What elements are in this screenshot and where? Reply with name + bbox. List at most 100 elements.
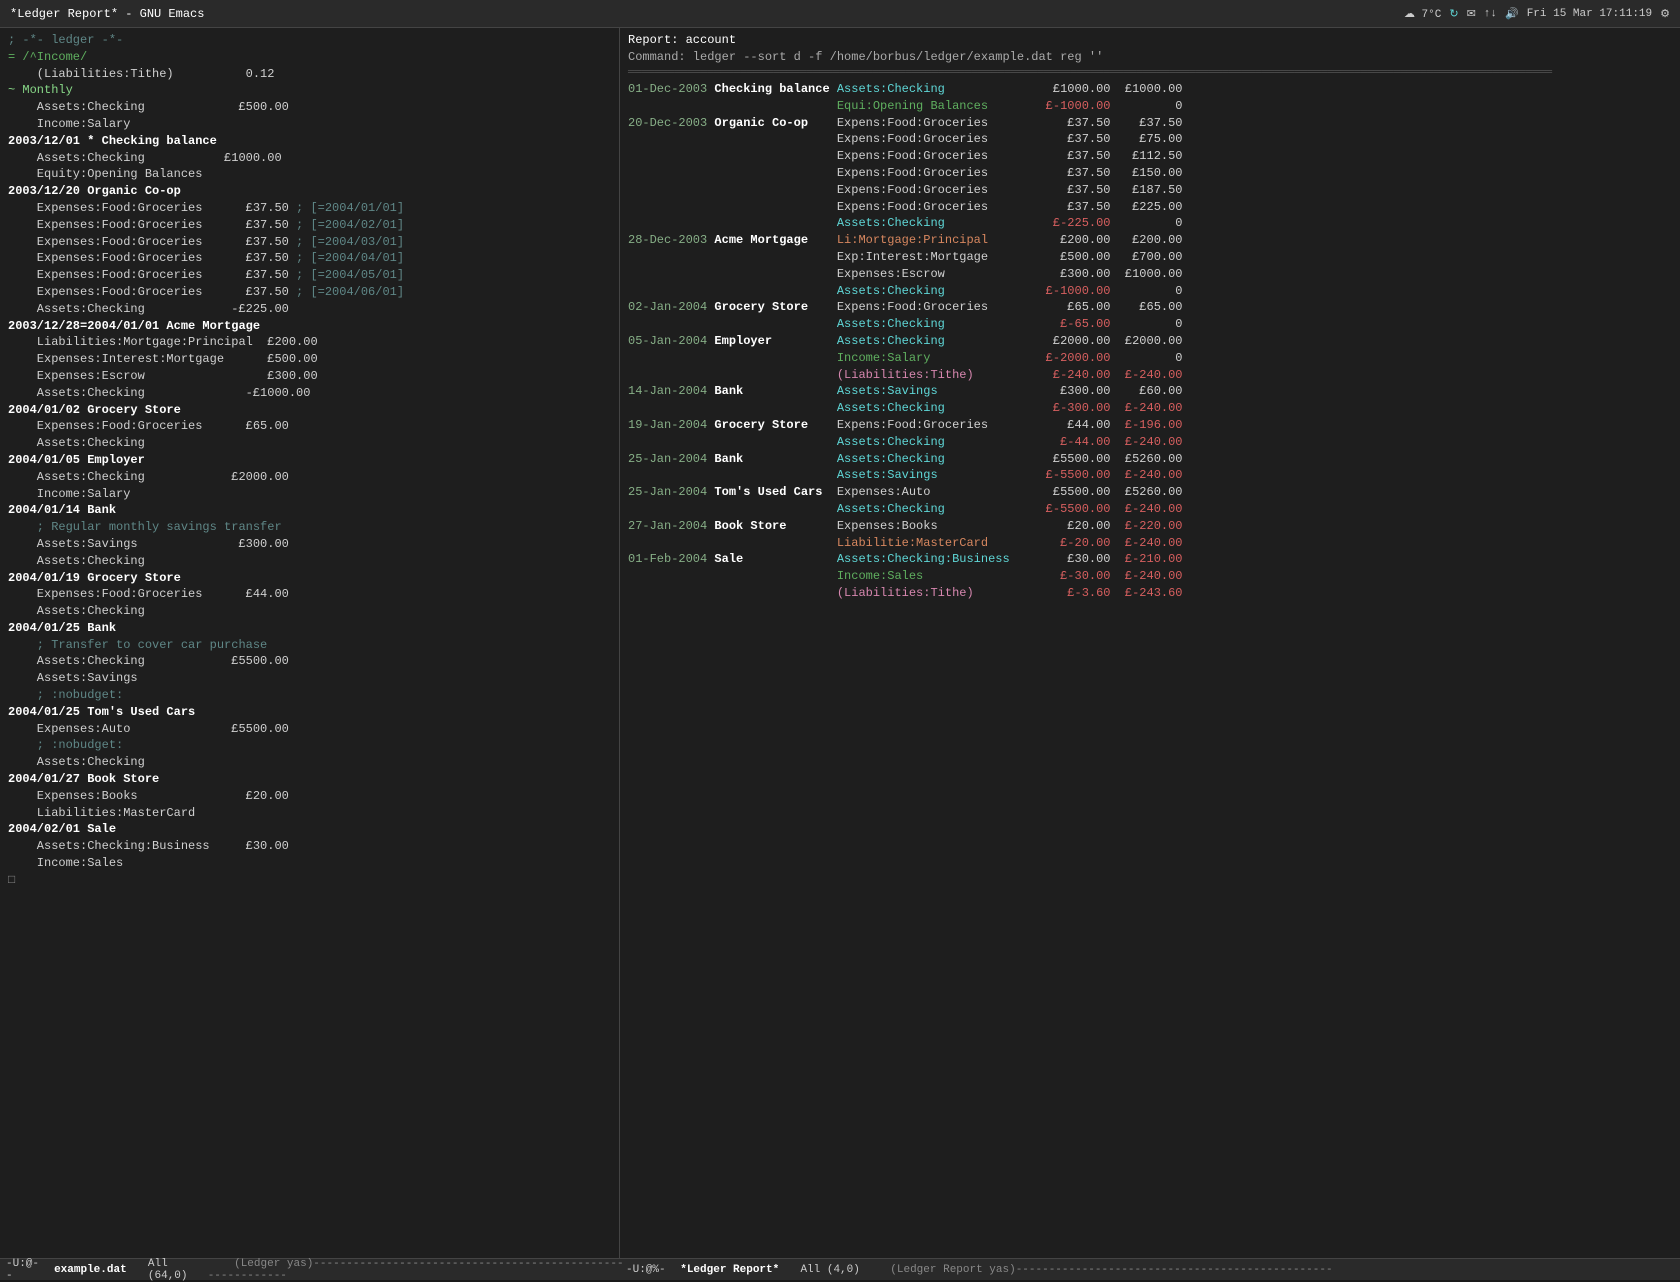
right-spacer (670, 1264, 677, 1276)
report-sub-row: Expens:Food:Groceries £37.50 £75.00 (628, 131, 1672, 148)
ledger-source-line: Expenses:Food:Groceries £37.50 ; [=2004/… (8, 267, 611, 284)
ledger-source-line: Assets:Checking £1000.00 (8, 150, 611, 167)
ledger-source-line: 2004/01/25 Tom's Used Cars (8, 704, 611, 721)
titlebar-right: ☁ 7°C ↻ ✉ ↑↓ 🔊 Fri 15 Mar 17:11:19 ⚙ (1404, 7, 1670, 21)
ledger-source-line: ~ Monthly (8, 82, 611, 99)
ledger-source-line: Income:Sales (8, 855, 611, 872)
report-row: 28-Dec-2003 Acme Mortgage Li:Mortgage:Pr… (628, 232, 1672, 249)
ledger-source-line: 2003/12/28=2004/01/01 Acme Mortgage (8, 318, 611, 335)
ledger-source-line: Assets:Checking (8, 603, 611, 620)
ledger-source-line: Assets:Checking -£225.00 (8, 301, 611, 318)
titlebar: *Ledger Report* - GNU Emacs ☁ 7°C ↻ ✉ ↑↓… (0, 0, 1680, 28)
report-row: 05-Jan-2004 Employer Assets:Checking £20… (628, 333, 1672, 350)
report-sub-row: Expens:Food:Groceries £37.50 £187.50 (628, 182, 1672, 199)
ledger-source-line: Expenses:Interest:Mortgage £500.00 (8, 351, 611, 368)
window-title: *Ledger Report* - GNU Emacs (10, 7, 204, 21)
ledger-source-line: Assets:Checking £2000.00 (8, 469, 611, 486)
weather-icon: ☁ 7°C (1404, 7, 1441, 21)
ledger-source-line: Expenses:Food:Groceries £37.50 ; [=2004/… (8, 234, 611, 251)
left-info: All (64,0) (148, 1258, 204, 1282)
ledger-source-line: Expenses:Food:Groceries £65.00 (8, 418, 611, 435)
report-sub-row: Expens:Food:Groceries £37.50 £225.00 (628, 199, 1672, 216)
report-label: Report: account (628, 32, 1672, 49)
ledger-source-line: 2004/01/02 Grocery Store (8, 402, 611, 419)
mail-icon[interactable]: ✉ (1467, 7, 1476, 21)
report-sub-row: Income:Salary £-2000.00 0 (628, 350, 1672, 367)
right-spacer2 (783, 1264, 796, 1276)
ledger-source-line: 2004/01/19 Grocery Store (8, 570, 611, 587)
report-header: Report: account Command: ledger --sort d… (628, 32, 1672, 81)
separator-line: ════════════════════════════════════════… (628, 66, 1672, 81)
report-sub-row: Expens:Food:Groceries £37.50 £150.00 (628, 165, 1672, 182)
right-mode: -U:@%- (626, 1264, 666, 1276)
ledger-source-line: ; Regular monthly savings transfer (8, 519, 611, 536)
report-sub-row: Assets:Savings £-5500.00 £-240.00 (628, 467, 1672, 484)
ledger-source-line: ; -*- ledger -*- (8, 32, 611, 49)
report-sub-row: (Liabilities:Tithe) £-3.60 £-243.60 (628, 585, 1672, 602)
network-icon: ↑↓ (1484, 8, 1497, 20)
right-pane: Report: account Command: ledger --sort d… (620, 28, 1680, 1258)
ledger-source-line: Assets:Checking £5500.00 (8, 653, 611, 670)
ledger-source-line: Assets:Savings (8, 670, 611, 687)
ledger-source-line: Equity:Opening Balances (8, 166, 611, 183)
left-pane: ; -*- ledger -*-= /^Income/ (Liabilities… (0, 28, 620, 1258)
ledger-source-line: Expenses:Food:Groceries £37.50 ; [=2004/… (8, 284, 611, 301)
ledger-source-line: ; :nobudget: (8, 737, 611, 754)
report-row: 25-Jan-2004 Bank Assets:Checking £5500.0… (628, 451, 1672, 468)
left-extra: (Ledger yas)----------------------------… (208, 1258, 626, 1282)
report-sub-row: Liabilitie:MasterCard £-20.00 £-240.00 (628, 535, 1672, 552)
datetime: Fri 15 Mar 17:11:19 (1527, 8, 1652, 20)
ledger-source-line: 2004/01/14 Bank (8, 502, 611, 519)
report-rows: 01-Dec-2003 Checking balance Assets:Chec… (628, 81, 1672, 602)
ledger-source-line: 2004/01/05 Employer (8, 452, 611, 469)
report-sub-row: Expens:Food:Groceries £37.50 £112.50 (628, 148, 1672, 165)
right-info: All (4,0) (800, 1264, 859, 1276)
ledger-source-line: Assets:Checking (8, 553, 611, 570)
ledger-source-line: 2004/02/01 Sale (8, 821, 611, 838)
report-row: 20-Dec-2003 Organic Co-op Expens:Food:Gr… (628, 115, 1672, 132)
ledger-source-line: Assets:Checking £500.00 (8, 99, 611, 116)
main-area: ; -*- ledger -*-= /^Income/ (Liabilities… (0, 28, 1680, 1258)
ledger-source-line: Expenses:Books £20.00 (8, 788, 611, 805)
report-row: 01-Feb-2004 Sale Assets:Checking:Busines… (628, 551, 1672, 568)
ledger-source-line: 2004/01/27 Book Store (8, 771, 611, 788)
report-row: Equi:Opening Balances £-1000.00 0 (628, 98, 1672, 115)
statusbar-right: -U:@%- *Ledger Report* All (4,0) (Ledger… (626, 1264, 1674, 1276)
ledger-source-line: = /^Income/ (8, 49, 611, 66)
report-sub-row: Assets:Checking £-1000.00 0 (628, 283, 1672, 300)
ledger-source-line: Assets:Checking -£1000.00 (8, 385, 611, 402)
ledger-source-line: Expenses:Food:Groceries £37.50 ; [=2004/… (8, 200, 611, 217)
settings-icon[interactable]: ⚙ (1660, 7, 1670, 21)
ledger-source-line: 2003/12/20 Organic Co-op (8, 183, 611, 200)
report-row: 25-Jan-2004 Tom's Used Cars Expenses:Aut… (628, 484, 1672, 501)
ledger-source-line: Assets:Checking:Business £30.00 (8, 838, 611, 855)
report-sub-row: Assets:Checking £-65.00 0 (628, 316, 1672, 333)
ledger-source: ; -*- ledger -*-= /^Income/ (Liabilities… (8, 32, 611, 889)
ledger-source-line: Expenses:Food:Groceries £37.50 ; [=2004/… (8, 250, 611, 267)
statusbar: -U:@-- example.dat All (64,0) (Ledger ya… (0, 1258, 1680, 1280)
ledger-source-line: Income:Salary (8, 116, 611, 133)
report-sub-row: Assets:Checking £-5500.00 £-240.00 (628, 501, 1672, 518)
report-sub-row: Income:Sales £-30.00 £-240.00 (628, 568, 1672, 585)
left-filename: example.dat (54, 1264, 127, 1276)
ledger-source-line: □ (8, 872, 611, 889)
audio-icon: 🔊 (1505, 7, 1519, 21)
report-row: 01-Dec-2003 Checking balance Assets:Chec… (628, 81, 1672, 98)
ledger-source-line: ; :nobudget: (8, 687, 611, 704)
ledger-source-line: Expenses:Food:Groceries £37.50 ; [=2004/… (8, 217, 611, 234)
ledger-source-line: ; Transfer to cover car purchase (8, 637, 611, 654)
left-spacer2 (131, 1264, 144, 1276)
ledger-source-line: Liabilities:Mortgage:Principal £200.00 (8, 334, 611, 351)
left-spacer (43, 1264, 50, 1276)
report-row: 27-Jan-2004 Book Store Expenses:Books £2… (628, 518, 1672, 535)
ledger-source-line: Expenses:Escrow £300.00 (8, 368, 611, 385)
refresh-icon[interactable]: ↻ (1449, 7, 1458, 21)
ledger-source-line: Expenses:Auto £5500.00 (8, 721, 611, 738)
report-row: 02-Jan-2004 Grocery Store Expens:Food:Gr… (628, 299, 1672, 316)
report-sub-row: Assets:Checking £-44.00 £-240.00 (628, 434, 1672, 451)
ledger-source-line: Expenses:Food:Groceries £44.00 (8, 586, 611, 603)
report-row: 14-Jan-2004 Bank Assets:Savings £300.00 … (628, 383, 1672, 400)
ledger-source-line: Assets:Checking (8, 754, 611, 771)
report-sub-row: Assets:Checking £-225.00 0 (628, 215, 1672, 232)
command-label: Command: ledger --sort d -f /home/borbus… (628, 49, 1672, 66)
